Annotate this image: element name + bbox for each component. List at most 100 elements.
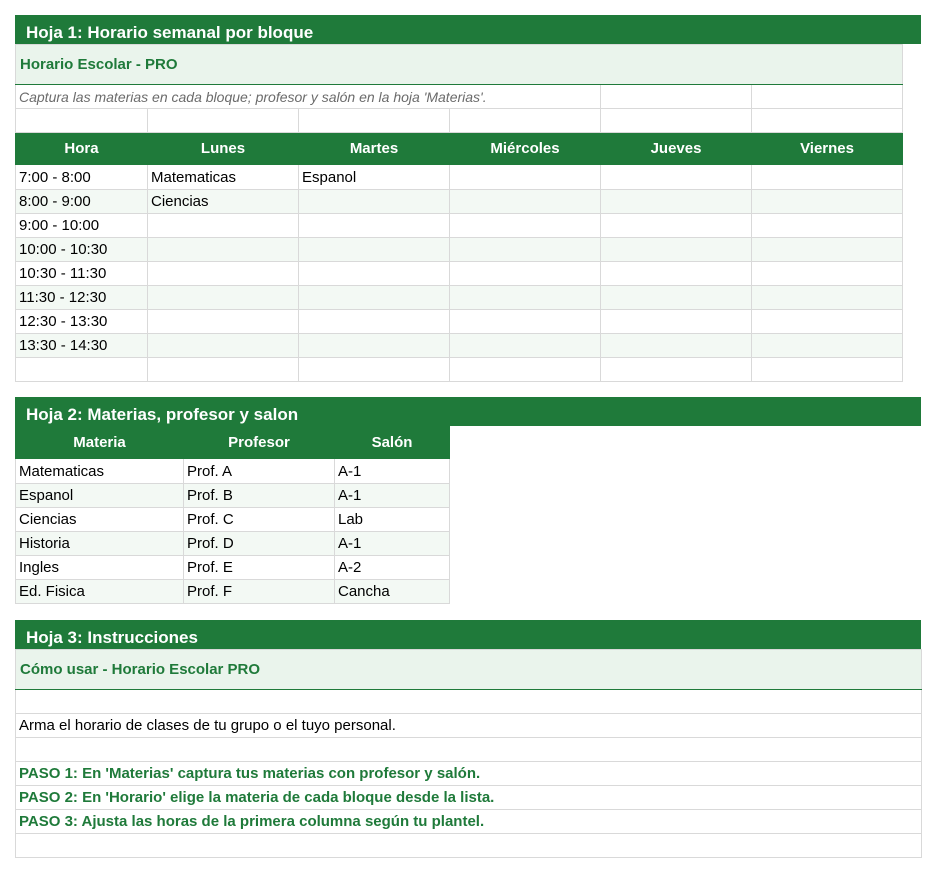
schedule-cell[interactable] bbox=[750, 237, 904, 262]
instruction-step-1[interactable]: PASO 1: En 'Materias' captura tus materi… bbox=[15, 761, 922, 786]
cell[interactable] bbox=[147, 108, 299, 133]
schedule-cell[interactable] bbox=[449, 333, 601, 358]
cell[interactable] bbox=[449, 357, 601, 382]
room-cell[interactable]: A-1 bbox=[334, 483, 450, 508]
subject-cell[interactable]: Espanol bbox=[15, 483, 184, 508]
schedule-cell[interactable] bbox=[600, 261, 752, 286]
teacher-cell[interactable]: Prof. C bbox=[183, 507, 335, 532]
cell[interactable] bbox=[15, 357, 148, 382]
time-cell[interactable]: 10:00 - 10:30 bbox=[15, 237, 148, 262]
subjects-sheet: Materia Profesor Salón Matematicas Prof.… bbox=[15, 426, 450, 604]
schedule-cell[interactable] bbox=[449, 285, 601, 310]
schedule-cell[interactable] bbox=[298, 309, 450, 334]
schedule-cell[interactable] bbox=[750, 213, 904, 238]
schedule-cell[interactable] bbox=[600, 285, 752, 310]
schedule-cell[interactable] bbox=[147, 333, 299, 358]
teacher-cell[interactable]: Prof. B bbox=[183, 483, 335, 508]
time-cell[interactable]: 11:30 - 12:30 bbox=[15, 285, 148, 310]
schedule-cell[interactable] bbox=[449, 189, 601, 214]
time-cell[interactable]: 13:30 - 14:30 bbox=[15, 333, 148, 358]
cell[interactable] bbox=[15, 108, 148, 133]
schedule-cell[interactable] bbox=[750, 261, 904, 286]
cell[interactable] bbox=[15, 689, 922, 714]
schedule-cell[interactable] bbox=[298, 213, 450, 238]
table-row: 7:00 - 8:00 Matematicas Espanol bbox=[15, 164, 904, 190]
schedule-cell[interactable] bbox=[449, 164, 601, 190]
instructions-intro[interactable]: Arma el horario de clases de tu grupo o … bbox=[15, 713, 922, 738]
schedule-cell[interactable] bbox=[449, 213, 601, 238]
instruction-step-3[interactable]: PASO 3: Ajusta las horas de la primera c… bbox=[15, 809, 922, 834]
schedule-cell[interactable] bbox=[298, 189, 450, 214]
table-row: Ingles Prof. E A-2 bbox=[15, 555, 450, 580]
cell[interactable] bbox=[600, 357, 752, 382]
schedule-cell[interactable] bbox=[298, 285, 450, 310]
time-cell[interactable]: 10:30 - 11:30 bbox=[15, 261, 148, 286]
schedule-cell[interactable]: Ciencias bbox=[147, 189, 299, 214]
schedule-cell[interactable] bbox=[449, 309, 601, 334]
cell[interactable] bbox=[750, 108, 904, 133]
cell[interactable] bbox=[750, 84, 904, 109]
subject-cell[interactable]: Ciencias bbox=[15, 507, 184, 532]
schedule-cell[interactable] bbox=[750, 309, 904, 334]
schedule-cell[interactable] bbox=[600, 213, 752, 238]
schedule-cell[interactable] bbox=[750, 164, 904, 190]
header-viernes[interactable]: Viernes bbox=[750, 132, 904, 165]
subjects-header-row: Materia Profesor Salón bbox=[15, 426, 450, 459]
time-cell[interactable]: 8:00 - 9:00 bbox=[15, 189, 148, 214]
header-martes[interactable]: Martes bbox=[298, 132, 450, 165]
cell[interactable] bbox=[15, 833, 922, 858]
teacher-cell[interactable]: Prof. A bbox=[183, 458, 335, 484]
cell[interactable] bbox=[750, 357, 904, 382]
subject-cell[interactable]: Historia bbox=[15, 531, 184, 556]
schedule-cell[interactable] bbox=[147, 213, 299, 238]
schedule-cell[interactable] bbox=[147, 237, 299, 262]
cell[interactable] bbox=[15, 737, 922, 762]
schedule-cell[interactable] bbox=[449, 237, 601, 262]
schedule-cell[interactable] bbox=[147, 285, 299, 310]
teacher-cell[interactable]: Prof. F bbox=[183, 579, 335, 604]
room-cell[interactable]: A-2 bbox=[334, 555, 450, 580]
room-cell[interactable]: A-1 bbox=[334, 531, 450, 556]
schedule-cell[interactable] bbox=[147, 309, 299, 334]
header-profesor[interactable]: Profesor bbox=[183, 426, 335, 459]
header-hora[interactable]: Hora bbox=[15, 132, 148, 165]
instruction-step-2[interactable]: PASO 2: En 'Horario' elige la materia de… bbox=[15, 785, 922, 810]
schedule-cell[interactable] bbox=[750, 285, 904, 310]
schedule-cell[interactable]: Matematicas bbox=[147, 164, 299, 190]
schedule-cell[interactable] bbox=[449, 261, 601, 286]
schedule-cell[interactable] bbox=[750, 333, 904, 358]
header-salon[interactable]: Salón bbox=[334, 426, 450, 459]
header-lunes[interactable]: Lunes bbox=[147, 132, 299, 165]
header-materia[interactable]: Materia bbox=[15, 426, 184, 459]
room-cell[interactable]: Lab bbox=[334, 507, 450, 532]
header-jueves[interactable]: Jueves bbox=[600, 132, 752, 165]
schedule-cell[interactable] bbox=[600, 333, 752, 358]
time-cell[interactable]: 7:00 - 8:00 bbox=[15, 164, 148, 190]
schedule-cell[interactable] bbox=[750, 189, 904, 214]
cell[interactable] bbox=[298, 108, 450, 133]
schedule-cell[interactable] bbox=[147, 261, 299, 286]
cell[interactable] bbox=[298, 357, 450, 382]
time-cell[interactable]: 9:00 - 10:00 bbox=[15, 213, 148, 238]
room-cell[interactable]: A-1 bbox=[334, 458, 450, 484]
schedule-cell[interactable]: Espanol bbox=[298, 164, 450, 190]
schedule-cell[interactable] bbox=[600, 189, 752, 214]
cell[interactable] bbox=[600, 84, 752, 109]
schedule-cell[interactable] bbox=[600, 237, 752, 262]
teacher-cell[interactable]: Prof. D bbox=[183, 531, 335, 556]
schedule-cell[interactable] bbox=[600, 309, 752, 334]
schedule-cell[interactable] bbox=[298, 261, 450, 286]
teacher-cell[interactable]: Prof. E bbox=[183, 555, 335, 580]
schedule-cell[interactable] bbox=[298, 237, 450, 262]
schedule-cell[interactable] bbox=[298, 333, 450, 358]
cell[interactable] bbox=[449, 108, 601, 133]
cell[interactable] bbox=[147, 357, 299, 382]
subject-cell[interactable]: Ed. Fisica bbox=[15, 579, 184, 604]
schedule-cell[interactable] bbox=[600, 164, 752, 190]
header-miercoles[interactable]: Miércoles bbox=[449, 132, 601, 165]
subject-cell[interactable]: Matematicas bbox=[15, 458, 184, 484]
cell[interactable] bbox=[600, 108, 752, 133]
time-cell[interactable]: 12:30 - 13:30 bbox=[15, 309, 148, 334]
subject-cell[interactable]: Ingles bbox=[15, 555, 184, 580]
room-cell[interactable]: Cancha bbox=[334, 579, 450, 604]
